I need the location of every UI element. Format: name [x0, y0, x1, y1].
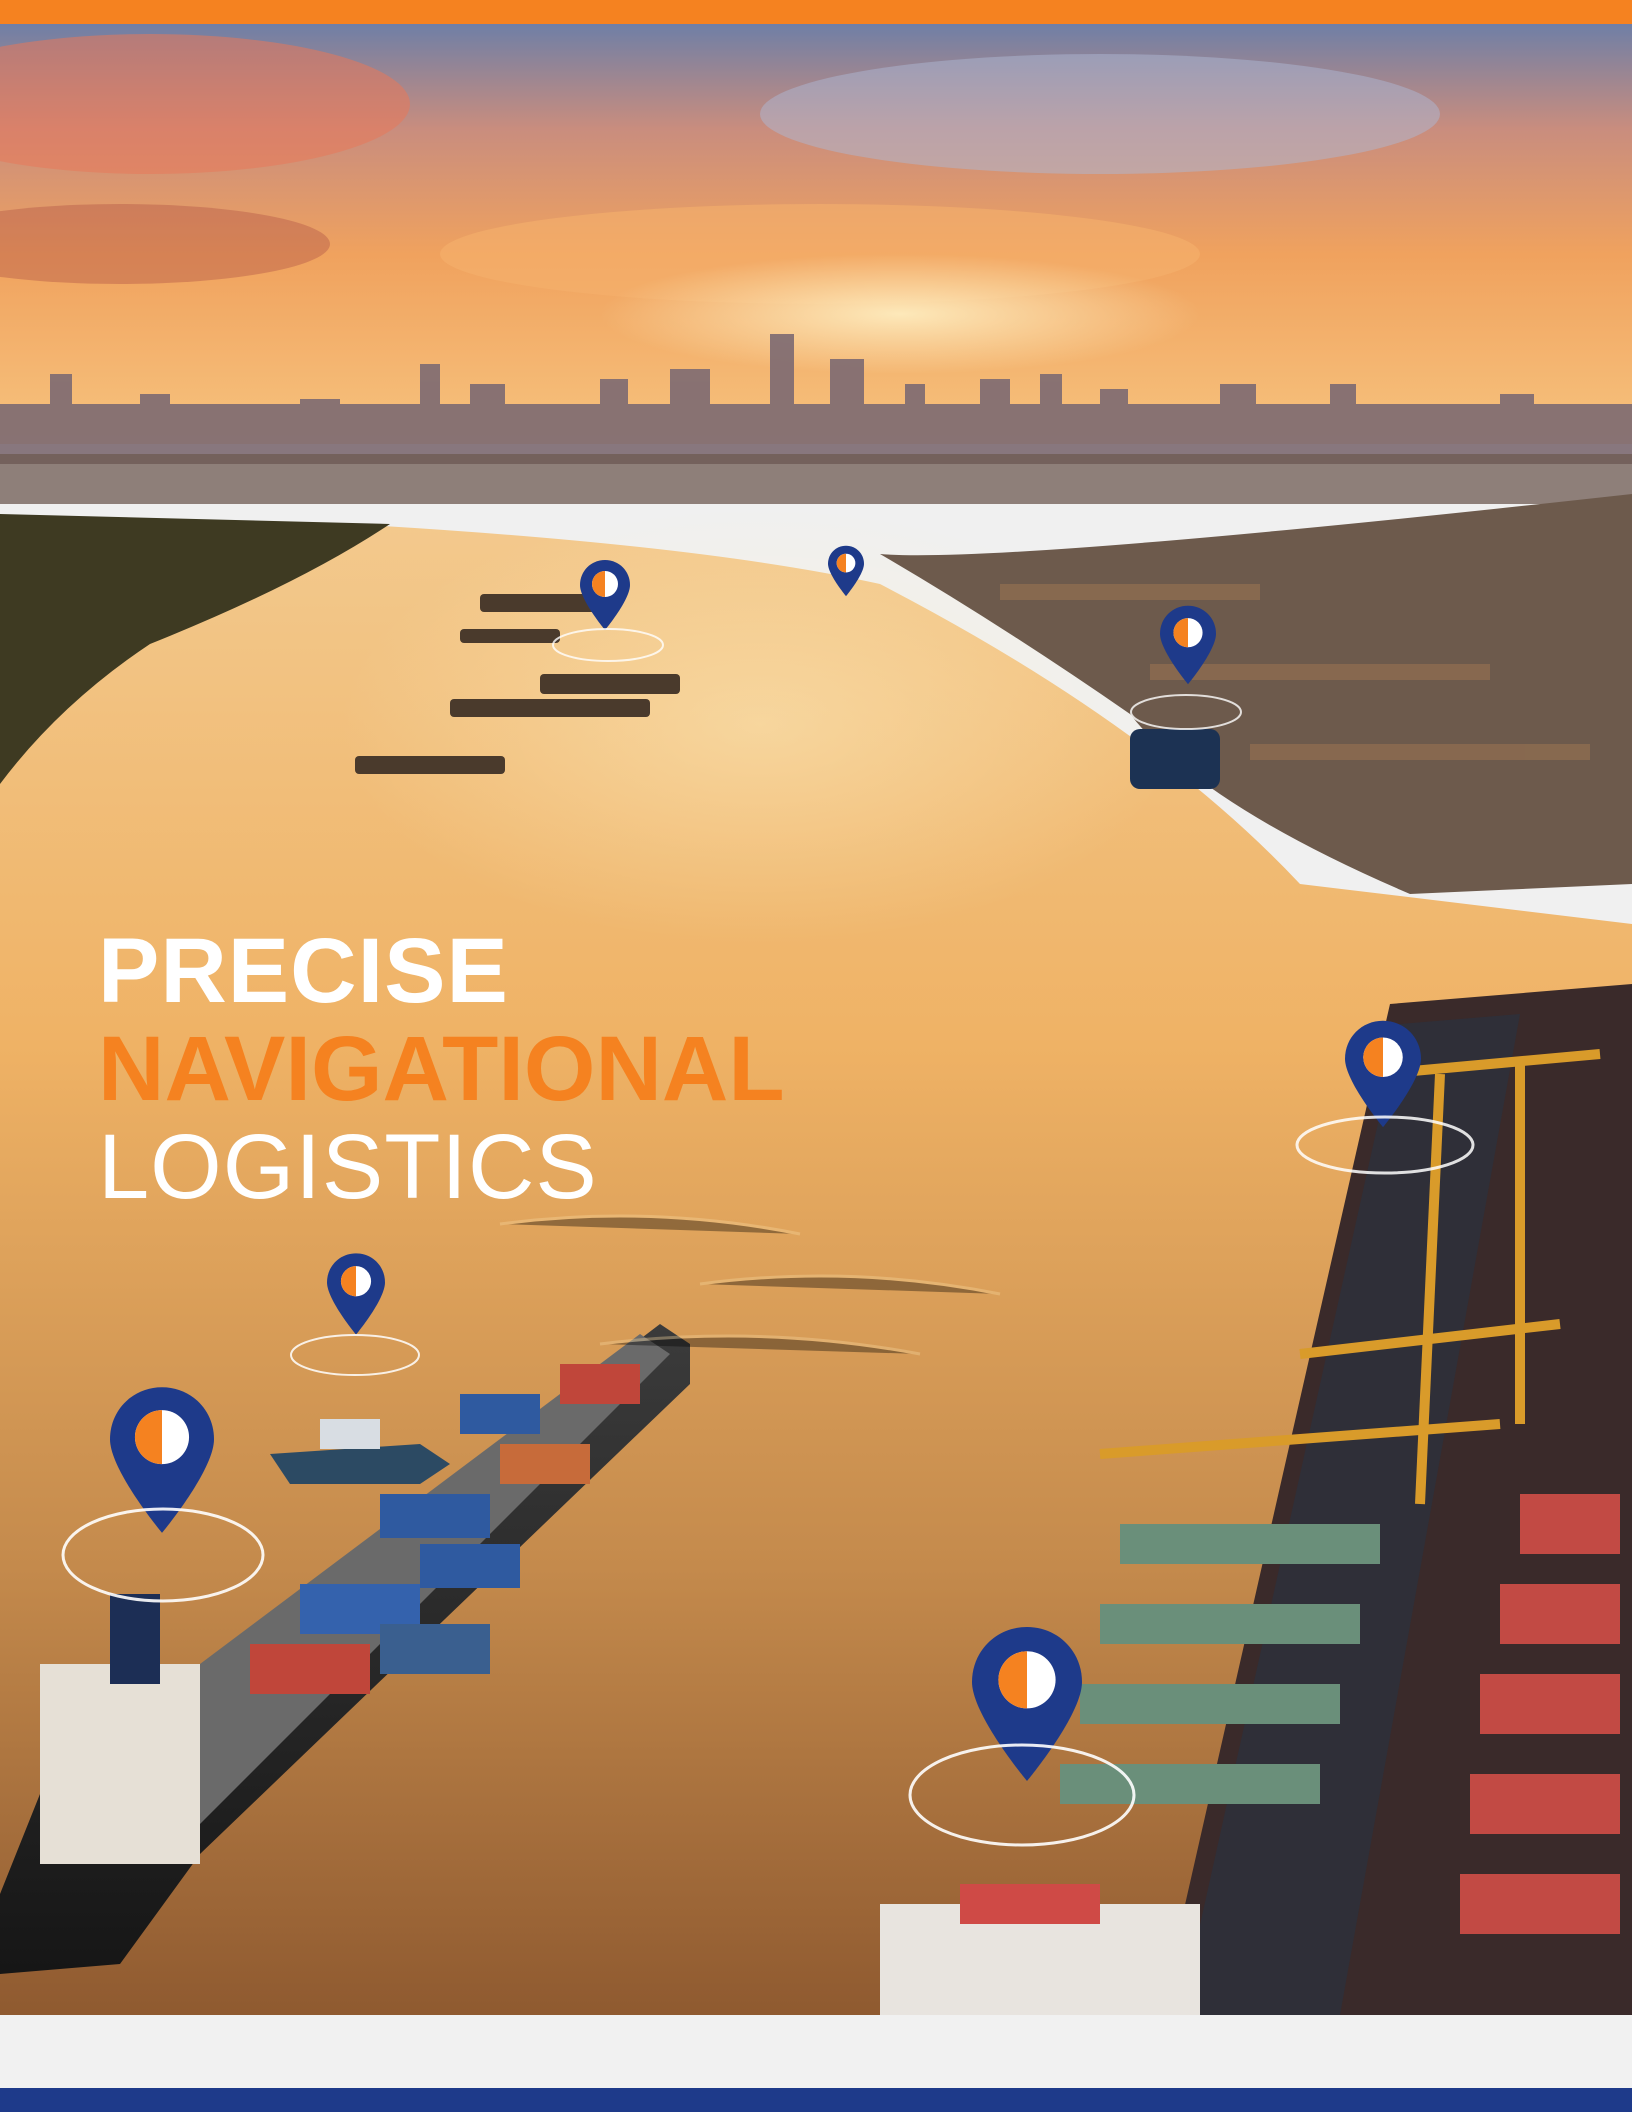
headline-line-2: NAVIGATIONAL [98, 1018, 785, 1120]
map-pin-icon [327, 1253, 385, 1335]
top-accent-bar [0, 0, 1632, 24]
target-reticle-icon [552, 628, 664, 662]
footer-gray-strip [0, 2015, 1632, 2088]
target-reticle-icon [61, 1507, 265, 1603]
headline: PRECISE NAVIGATIONAL LOGISTICS [98, 925, 785, 1213]
map-pin-icon [828, 545, 864, 597]
headline-line-3: LOGISTICS [98, 1116, 598, 1218]
map-pin-icon [580, 560, 630, 630]
headline-line-1: PRECISE [98, 920, 509, 1022]
target-reticle-icon [1130, 694, 1242, 730]
target-reticle-icon [290, 1334, 420, 1376]
target-reticle-icon [908, 1743, 1136, 1847]
bottom-brand-bar [0, 2088, 1632, 2112]
map-pin-icon [1160, 605, 1216, 685]
target-reticle-icon [1295, 1115, 1475, 1175]
